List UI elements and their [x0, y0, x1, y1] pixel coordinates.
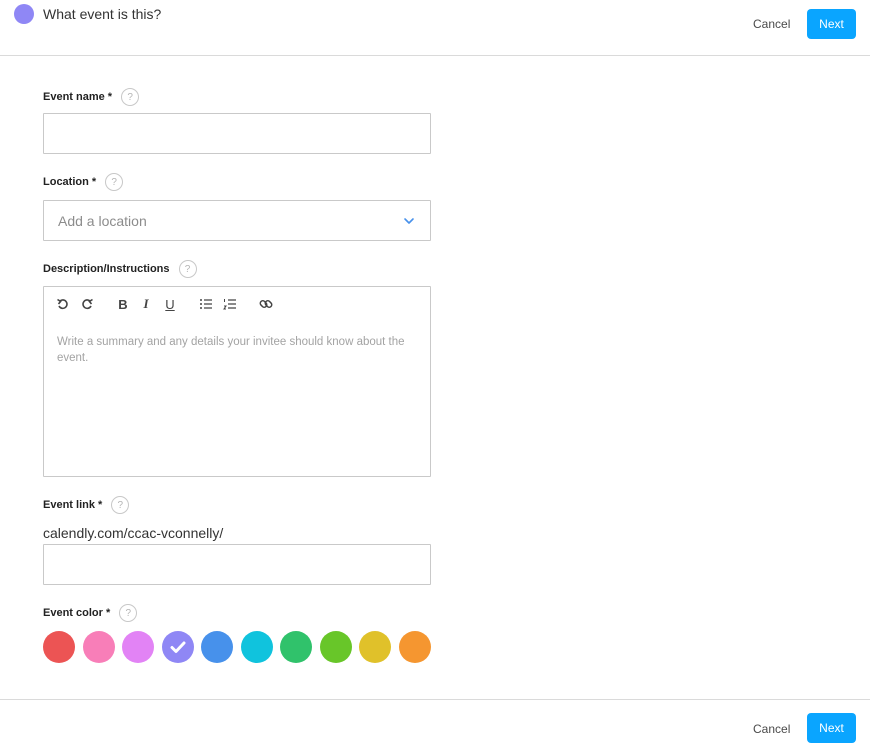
description-label: Description/Instructions ?: [43, 260, 197, 278]
color-swatch[interactable]: [161, 631, 194, 663]
italic-icon[interactable]: I: [138, 296, 154, 312]
event-name-input[interactable]: [43, 113, 431, 154]
next-button[interactable]: Next: [807, 713, 856, 743]
help-icon[interactable]: ?: [178, 260, 197, 278]
chevron-down-icon: [404, 217, 414, 224]
bullet-list-icon[interactable]: [198, 296, 214, 312]
bottom-bar: Cancel Next: [0, 699, 870, 745]
color-swatch[interactable]: [201, 631, 233, 663]
help-icon[interactable]: ?: [111, 496, 130, 514]
event-link-prefix: calendly.com/ccac-vconnelly/: [43, 525, 224, 541]
help-icon[interactable]: ?: [121, 88, 140, 106]
description-placeholder: Write a summary and any details your inv…: [57, 336, 405, 364]
event-link-input[interactable]: [43, 544, 431, 585]
color-swatch[interactable]: [122, 631, 154, 663]
color-swatch[interactable]: [359, 631, 391, 663]
event-color-label: Event color * ?: [43, 604, 138, 622]
help-icon[interactable]: ?: [105, 173, 124, 191]
page-title: What event is this?: [43, 6, 162, 22]
bold-icon[interactable]: B: [115, 296, 131, 312]
location-label: Location * ?: [43, 173, 124, 191]
cancel-button[interactable]: Cancel: [753, 17, 790, 31]
editor-toolbar: B I U: [44, 287, 430, 323]
event-color-dot: [14, 4, 34, 24]
numbered-list-icon[interactable]: [222, 296, 238, 312]
redo-icon[interactable]: [79, 296, 95, 312]
event-name-label: Event name * ?: [43, 88, 140, 106]
next-button[interactable]: Next: [807, 9, 856, 39]
event-link-label: Event link * ?: [43, 496, 130, 514]
underline-icon[interactable]: U: [162, 296, 178, 312]
color-swatch[interactable]: [240, 631, 273, 663]
help-icon[interactable]: ?: [119, 604, 138, 622]
undo-icon[interactable]: [55, 296, 71, 312]
link-icon[interactable]: [258, 296, 274, 312]
location-select[interactable]: Add a location: [43, 200, 431, 241]
description-editor[interactable]: B I U Write a summary and any details yo…: [43, 286, 431, 477]
color-swatch[interactable]: [280, 631, 312, 663]
check-icon: [170, 641, 185, 653]
color-swatch[interactable]: [82, 631, 115, 663]
location-placeholder: Add a location: [58, 212, 147, 229]
color-swatch[interactable]: [398, 631, 431, 663]
color-swatch[interactable]: [319, 631, 352, 663]
cancel-button[interactable]: Cancel: [753, 722, 790, 736]
color-swatch[interactable]: [43, 631, 75, 663]
top-bar: What event is this? Cancel Next: [0, 0, 870, 56]
